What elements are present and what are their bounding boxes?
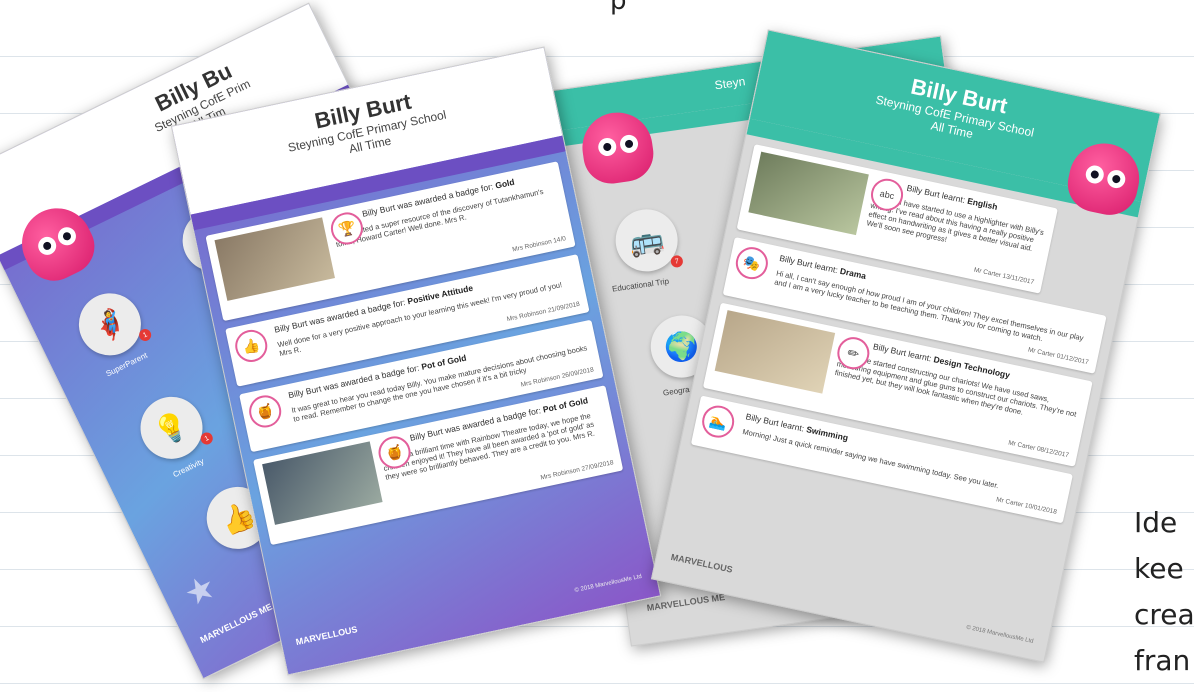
handwritten-side-note: Ide kee crea fran xyxy=(1134,500,1194,684)
card-title-bold: Drama xyxy=(839,265,868,282)
copyright-text: © 2018 MarvellousMe Ltd xyxy=(965,624,1034,645)
thumbs-up-icon: 👍 xyxy=(232,326,271,365)
side-note-line: kee xyxy=(1134,552,1184,585)
card-title-bold: Gold xyxy=(494,176,516,191)
side-note-line: fran xyxy=(1134,644,1191,677)
card-title-bold: Swimming xyxy=(805,424,850,443)
badge-label: Creativity xyxy=(171,456,206,480)
badge-label: Geogra xyxy=(662,384,691,398)
side-note-line: Ide xyxy=(1134,506,1178,539)
gold-pot-icon: 🍯 xyxy=(246,392,285,431)
drama-masks-icon: 🎭 xyxy=(732,244,771,283)
badge-count: 7 xyxy=(670,254,684,269)
marvellous-me-logo: MARVELLOUS xyxy=(670,551,734,575)
marvellous-me-logo: MARVELLOUS xyxy=(294,624,359,648)
card-title-bold: English xyxy=(966,195,999,212)
side-note-line: crea xyxy=(1134,598,1194,631)
badge-label: Educational Trip xyxy=(611,276,670,294)
handwritten-top-text: p xyxy=(610,0,627,16)
copyright-text: © 2018 MarvellousMe Ltd xyxy=(574,573,643,594)
star-decoration-icon: ★ xyxy=(178,567,223,615)
